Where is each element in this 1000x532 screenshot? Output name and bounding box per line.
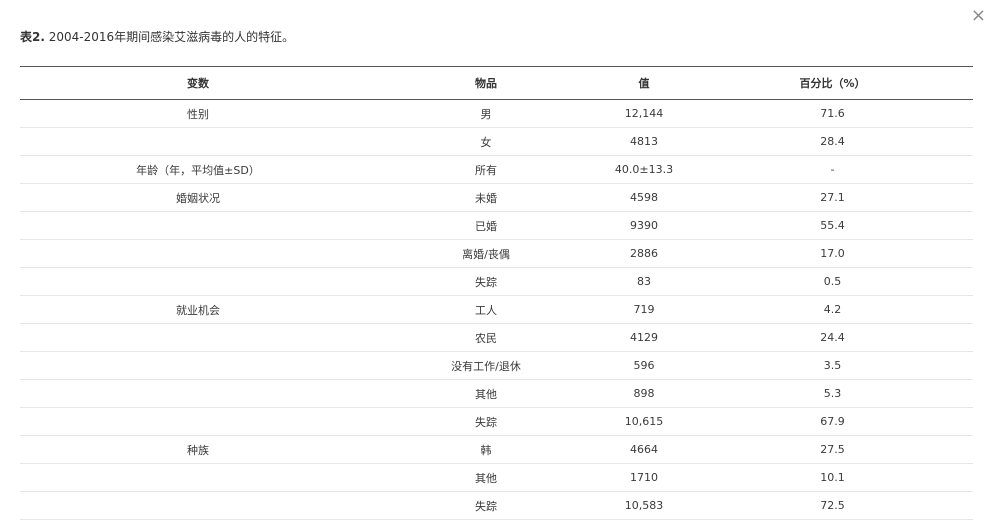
table-row: 其他 1710 10.1: [20, 464, 973, 492]
cell-percent: 71.6: [820, 107, 845, 120]
caption-text: 2004-2016年期间感染艾滋病毒的人的特征。: [44, 30, 295, 44]
cell-variable: 婚姻状况: [176, 191, 220, 205]
caption-label: 表2.: [20, 30, 45, 44]
cell-value: 9390: [630, 219, 658, 232]
table-row: 年龄（年，平均值±SD） 所有 40.0±13.3 -: [20, 156, 973, 184]
cell-item: 韩: [480, 443, 492, 457]
table-body: 性别 男 12,144 71.6 女 4813 28.4 年龄（年，平均值±SD） 所有 40.0…: [20, 100, 973, 520]
table-row: 婚姻状况 未婚 4598 27.1: [20, 184, 973, 212]
cell-percent: 67.9: [820, 415, 845, 428]
cell-value: 1710: [630, 471, 658, 484]
cell-value: 596: [633, 359, 655, 372]
cell-item: 没有工作/退休: [451, 359, 521, 373]
table-row: 已婚 9390 55.4: [20, 212, 973, 240]
cell-item: 男: [480, 107, 492, 121]
data-table: 变数 物品 值 百分比（%） 性别 男 12,144 71.6 女 4813 28.4 年龄（…: [20, 66, 973, 520]
header-value: 值: [638, 77, 650, 90]
table-row: 没有工作/退休 596 3.5: [20, 352, 973, 380]
header-variable: 变数: [187, 77, 209, 90]
cell-percent: 27.1: [820, 191, 845, 204]
table-row: 就业机会 工人 719 4.2: [20, 296, 973, 324]
cell-item: 未婚: [475, 191, 497, 205]
close-button[interactable]: ×: [971, 6, 986, 26]
cell-value: 719: [633, 303, 655, 316]
cell-value: 2886: [630, 247, 658, 260]
cell-item: 失踪: [475, 275, 497, 289]
cell-variable: 种族: [187, 443, 209, 457]
cell-value: 83: [637, 275, 651, 288]
cell-item: 失踪: [475, 499, 497, 513]
cell-variable: 年龄（年，平均值±SD）: [136, 163, 260, 177]
table-row: 失踪 10,615 67.9: [20, 408, 973, 436]
cell-percent: 28.4: [820, 135, 845, 148]
table-row: 农民 4129 24.4: [20, 324, 973, 352]
cell-percent: 10.1: [820, 471, 845, 484]
cell-percent: 3.5: [823, 359, 842, 372]
table-header-row: 变数 物品 值 百分比（%）: [20, 67, 973, 100]
cell-value: 10,583: [624, 499, 664, 512]
cell-percent: 5.3: [823, 387, 842, 400]
cell-value: 40.0±13.3: [614, 163, 674, 176]
cell-item: 已婚: [475, 219, 497, 233]
cell-percent: 55.4: [820, 219, 845, 232]
table-caption: 表2. 2004-2016年期间感染艾滋病毒的人的特征。: [20, 28, 294, 45]
cell-value: 898: [633, 387, 655, 400]
table-row: 离婚/丧偶 2886 17.0: [20, 240, 973, 268]
cell-item: 失踪: [475, 415, 497, 429]
header-item: 物品: [475, 77, 497, 90]
cell-value: 10,615: [624, 415, 664, 428]
table-row: 女 4813 28.4: [20, 128, 973, 156]
cell-percent: 27.5: [820, 443, 845, 456]
header-percent: 百分比（%）: [799, 77, 866, 90]
cell-item: 所有: [475, 163, 497, 177]
cell-percent: 17.0: [820, 247, 845, 260]
cell-variable: 就业机会: [176, 303, 220, 317]
cell-percent: -: [830, 163, 835, 176]
cell-value: 4813: [630, 135, 658, 148]
cell-item: 其他: [475, 387, 497, 401]
cell-percent: 0.5: [823, 275, 842, 288]
table-row: 其他 898 5.3: [20, 380, 973, 408]
table-row: 失踪 10,583 72.5: [20, 492, 973, 520]
cell-value: 12,144: [624, 107, 664, 120]
cell-item: 工人: [475, 303, 497, 317]
cell-item: 其他: [475, 471, 497, 485]
cell-item: 离婚/丧偶: [462, 247, 510, 261]
cell-item: 农民: [475, 331, 497, 345]
cell-value: 4664: [630, 443, 658, 456]
close-icon[interactable]: ×: [971, 5, 986, 26]
cell-percent: 24.4: [820, 331, 845, 344]
cell-item: 女: [480, 135, 492, 149]
cell-variable: 性别: [187, 107, 209, 121]
cell-percent: 4.2: [823, 303, 842, 316]
cell-value: 4129: [630, 331, 658, 344]
cell-percent: 72.5: [820, 499, 845, 512]
table-row: 失踪 83 0.5: [20, 268, 973, 296]
table-row: 种族 韩 4664 27.5: [20, 436, 973, 464]
table-row: 性别 男 12,144 71.6: [20, 100, 973, 128]
cell-value: 4598: [630, 191, 658, 204]
